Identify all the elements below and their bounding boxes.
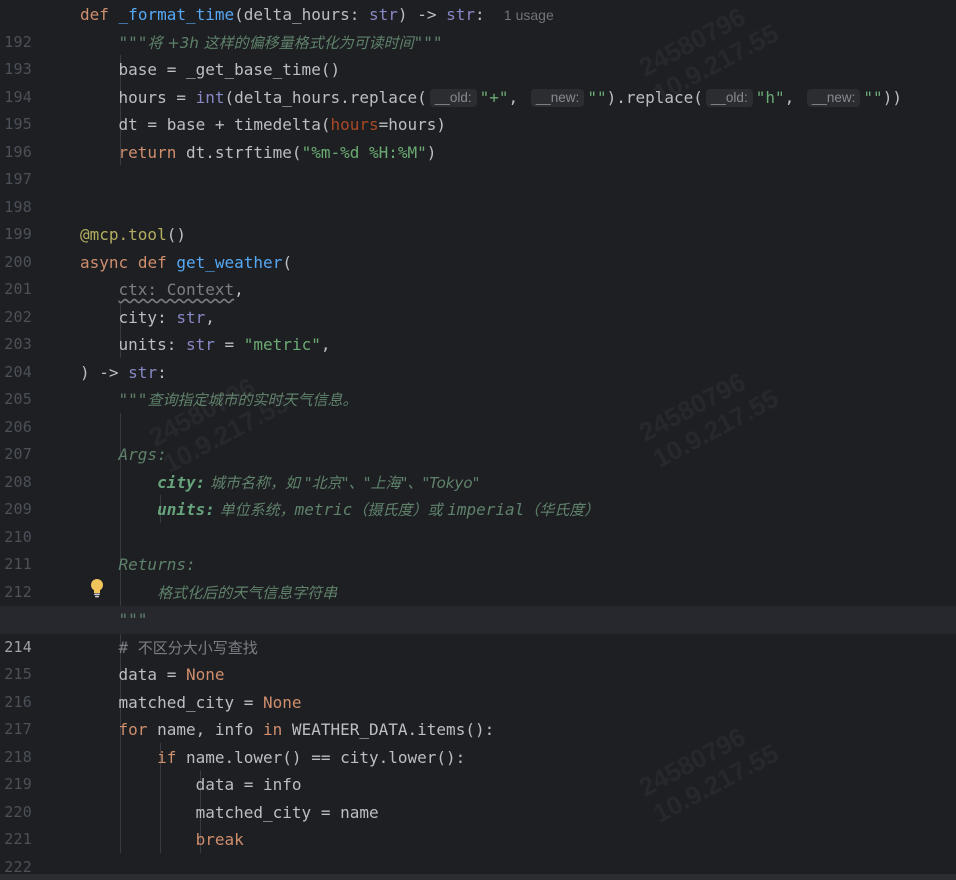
- line-content[interactable]: break: [80, 826, 244, 854]
- line-content[interactable]: dt = base + timedelta(hours=hours): [80, 111, 447, 139]
- line-content[interactable]: async def get_weather(: [80, 249, 292, 277]
- code-line[interactable]: 222 break: [0, 826, 956, 876]
- line-content[interactable]: hours = int(delta_hours.replace(__old: "+…: [80, 84, 902, 112]
- code-line[interactable]: 205 ) -> str:: [0, 359, 956, 409]
- parameter-hint: __old:: [429, 88, 477, 107]
- code-line[interactable]: 210 units: 单位系统，metric（摄氏度）或 imperial（华氏…: [0, 496, 956, 546]
- lightbulb-icon[interactable]: [89, 577, 105, 599]
- code-line[interactable]: 206 """查询指定城市的实时天气信息。: [0, 386, 956, 436]
- line-content[interactable]: matched_city = None: [80, 689, 302, 717]
- code-line[interactable]: 204 units: str = "metric",: [0, 331, 956, 381]
- line-content[interactable]: """将 +3h 这样的偏移量格式化为可读时间""": [80, 29, 443, 57]
- code-line[interactable]: 197 return dt.strftime("%m-%d %H:%M"): [0, 139, 956, 189]
- code-line[interactable]: 213 格式化后的天气信息字符串: [0, 579, 956, 629]
- code-line[interactable]: 211: [0, 524, 956, 573]
- code-line[interactable]: 192 def _format_time(delta_hours: str) -…: [0, 1, 956, 51]
- line-content[interactable]: """: [80, 606, 148, 634]
- code-line[interactable]: 207: [0, 414, 956, 463]
- code-editor[interactable]: 192 def _format_time(delta_hours: str) -…: [0, 0, 956, 880]
- code-line[interactable]: 193 """将 +3h 这样的偏移量格式化为可读时间""": [0, 29, 956, 79]
- parameter-hint: __new:: [530, 88, 585, 107]
- line-content[interactable]: city: str,: [80, 304, 215, 332]
- line-content[interactable]: ) -> str:: [80, 359, 167, 387]
- line-content[interactable]: ctx: Context,: [80, 276, 244, 304]
- code-line[interactable]: 201 async def get_weather(: [0, 249, 956, 299]
- horizontal-scrollbar[interactable]: [0, 874, 956, 880]
- code-line[interactable]: 218 for name, info in WEATHER_DATA.items…: [0, 716, 956, 766]
- line-content[interactable]: Args:: [80, 441, 167, 469]
- line-content[interactable]: def _format_time(delta_hours: str) -> st…: [80, 1, 554, 29]
- code-line[interactable]: 200 @mcp.tool(): [0, 221, 956, 271]
- parameter-hint: __old:: [705, 88, 753, 107]
- current-code-line[interactable]: 214 """: [0, 606, 956, 656]
- code-line[interactable]: 194 base = _get_base_time(): [0, 56, 956, 106]
- line-content[interactable]: city: 城市名称，如 "北京"、"上海"、"Tokyo": [80, 469, 479, 497]
- code-line[interactable]: 199: [0, 194, 956, 243]
- line-content[interactable]: """查询指定城市的实时天气信息。: [80, 386, 358, 414]
- line-content[interactable]: for name, info in WEATHER_DATA.items():: [80, 716, 495, 744]
- code-line[interactable]: 220 data = info: [0, 771, 956, 821]
- usage-count-link[interactable]: 1 usage: [504, 7, 554, 23]
- code-line[interactable]: 196 dt = base + timedelta(hours=hours): [0, 111, 956, 161]
- line-content[interactable]: data = info: [80, 771, 302, 799]
- parameter-hint: __new:: [806, 88, 861, 107]
- code-line[interactable]: 208 Args:: [0, 441, 956, 491]
- code-line[interactable]: 212 Returns:: [0, 551, 956, 601]
- line-content[interactable]: units: 单位系统，metric（摄氏度）或 imperial（华氏度）: [80, 496, 599, 524]
- code-line[interactable]: 217 matched_city = None: [0, 689, 956, 739]
- line-content[interactable]: @mcp.tool(): [80, 221, 186, 249]
- line-content[interactable]: if name.lower() == city.lower():: [80, 744, 465, 772]
- line-content[interactable]: 格式化后的天气信息字符串: [80, 579, 337, 607]
- code-line[interactable]: 203 city: str,: [0, 304, 956, 354]
- line-content[interactable]: base = _get_base_time(): [80, 56, 341, 84]
- line-content[interactable]: data = None: [80, 661, 225, 689]
- code-line[interactable]: 219 if name.lower() == city.lower():: [0, 744, 956, 794]
- code-line[interactable]: 202 ctx: Context,: [0, 276, 956, 326]
- code-line[interactable]: 221 matched_city = name: [0, 799, 956, 849]
- code-line[interactable]: 216 data = None: [0, 661, 956, 711]
- line-content[interactable]: # 不区分大小写查找: [80, 634, 258, 662]
- line-content[interactable]: return dt.strftime("%m-%d %H:%M"): [80, 139, 437, 167]
- line-content[interactable]: units: str = "metric",: [80, 331, 331, 359]
- code-line[interactable]: 209 city: 城市名称，如 "北京"、"上海"、"Tokyo": [0, 469, 956, 519]
- unused-parameter[interactable]: ctx: Context: [119, 280, 235, 299]
- code-line[interactable]: 215 # 不区分大小写查找: [0, 634, 956, 684]
- line-content[interactable]: matched_city = name: [80, 799, 379, 827]
- line-content[interactable]: Returns:: [80, 551, 196, 579]
- code-line[interactable]: 198: [0, 166, 956, 216]
- code-line[interactable]: 195 hours = int(delta_hours.replace(__ol…: [0, 84, 956, 134]
